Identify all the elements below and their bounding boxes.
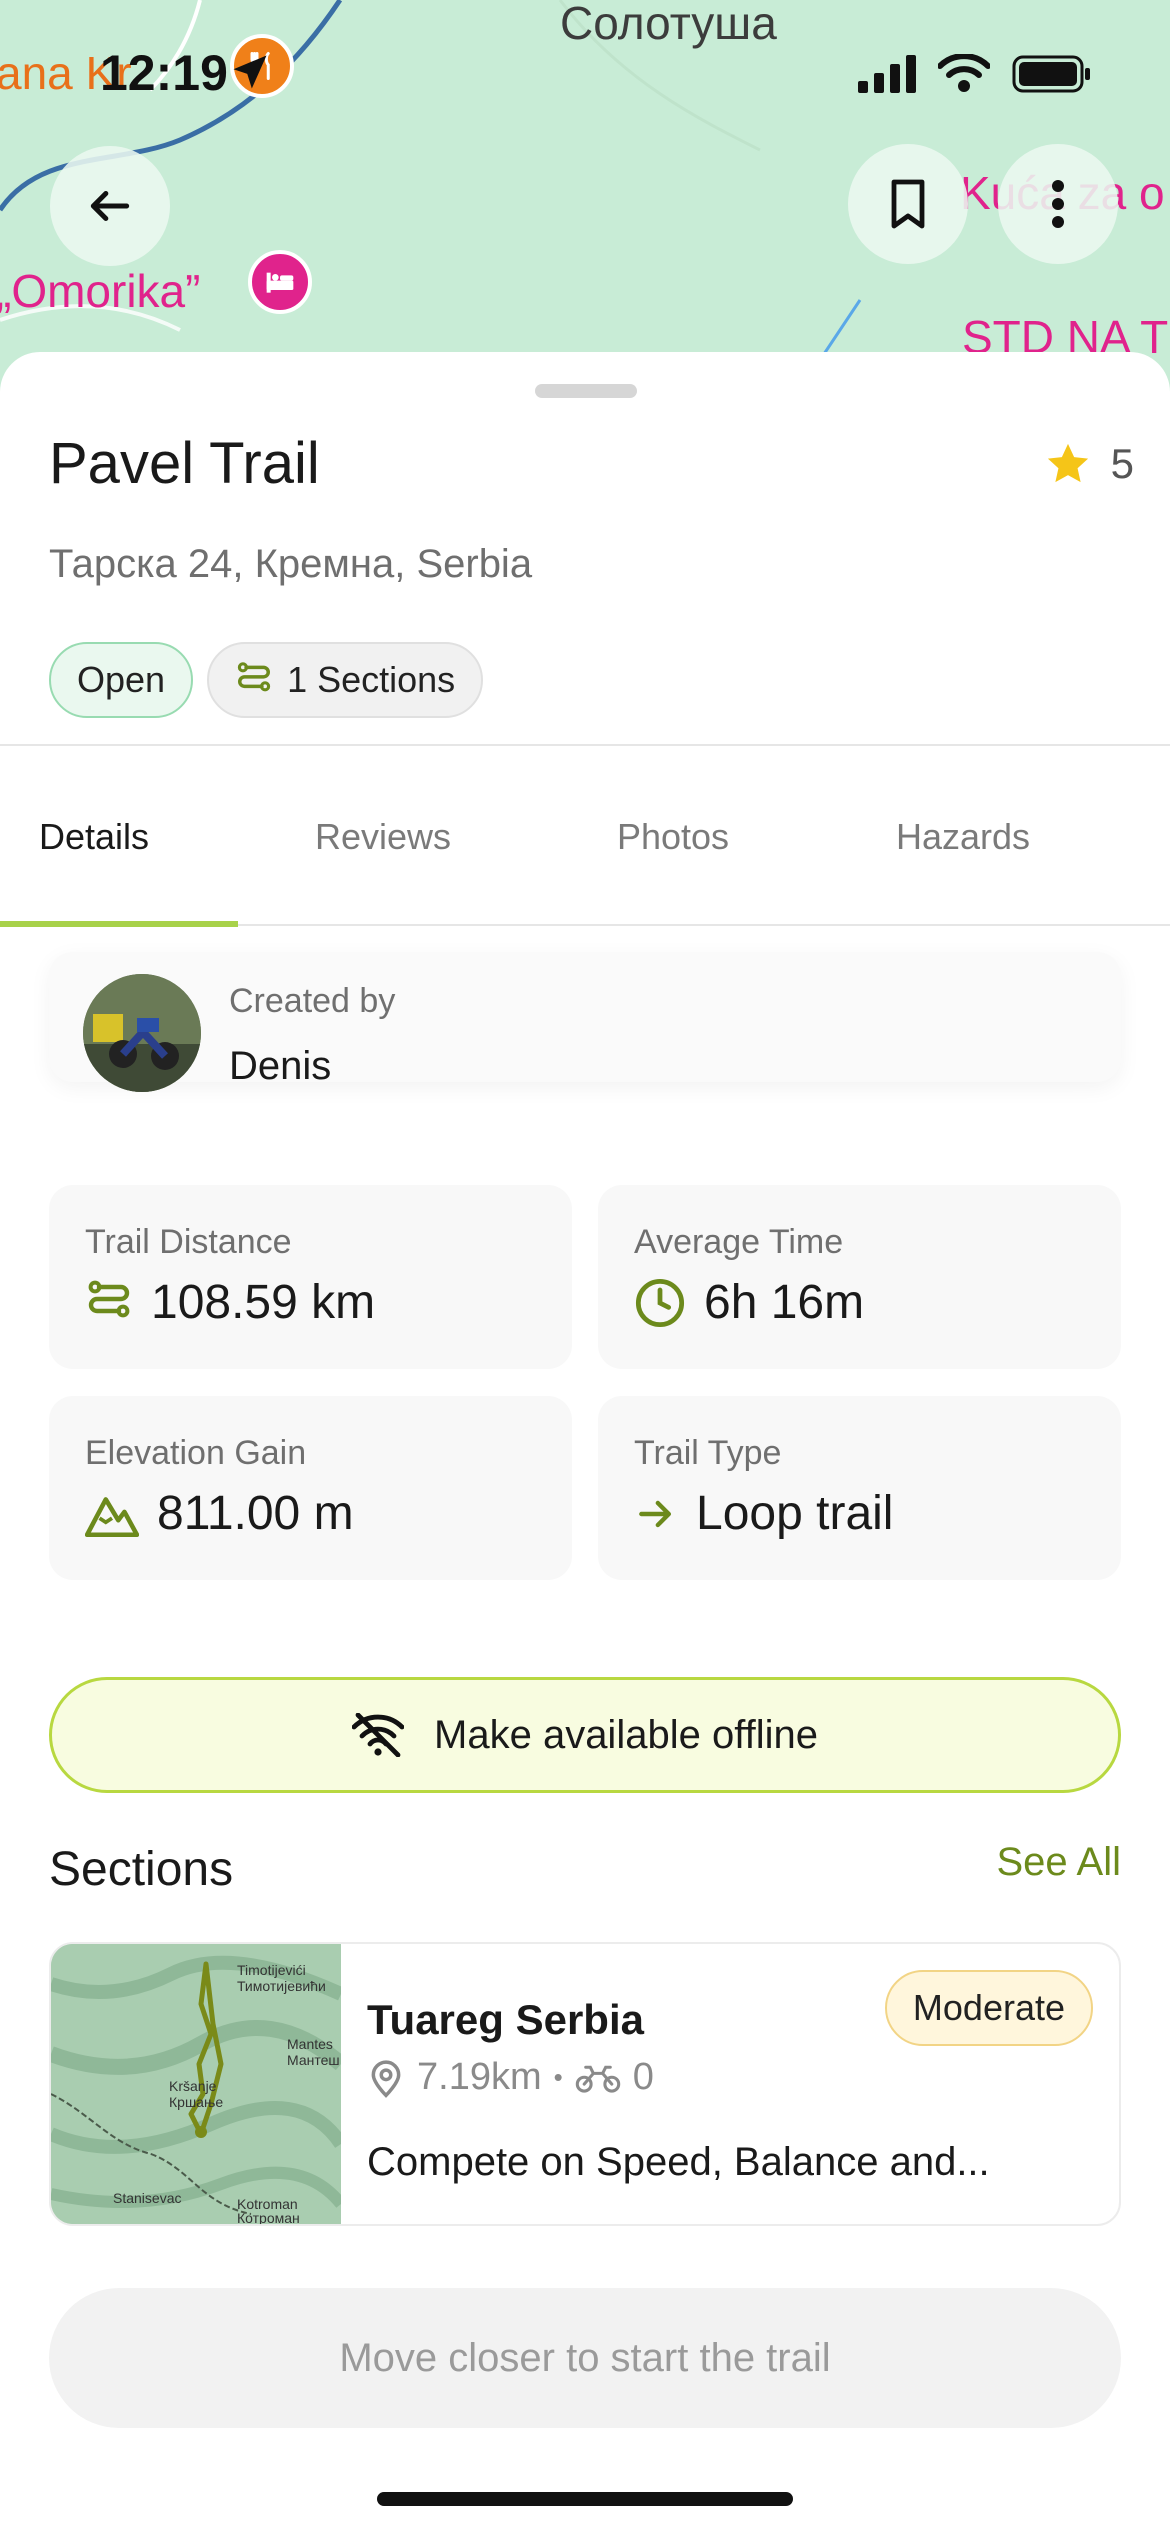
thumb-label: Тимотијевићи: [237, 1978, 326, 1994]
stat-average-time: Average Time 6h 16m: [598, 1185, 1121, 1369]
sections-heading: Sections: [49, 1843, 234, 1896]
active-tab-indicator: [0, 921, 238, 927]
map-pin-icon: [371, 2059, 401, 2098]
clock-icon: [635, 1278, 685, 1327]
status-icons: [858, 54, 1092, 94]
see-all-link[interactable]: See All: [996, 1840, 1121, 1885]
tab-reviews[interactable]: Reviews: [238, 746, 528, 924]
stat-value: 811.00 m: [157, 1487, 354, 1540]
section-name: Tuareg Serbia: [367, 1996, 644, 2043]
trail-detail-sheet: Pavel Trail 5 Тарска 24, Кремна, Serbia …: [0, 352, 1170, 2532]
more-options-button[interactable]: [998, 144, 1118, 264]
arrow-left-icon: [90, 191, 130, 221]
bookmark-button[interactable]: [848, 144, 968, 264]
mountain-icon: [85, 1496, 139, 1537]
difficulty-badge: Moderate: [884, 1970, 1093, 2046]
section-meta: 7.19km • 0: [367, 2056, 654, 2099]
tab-details-label: Details: [38, 816, 150, 857]
section-card[interactable]: Timotijevići Тимотијевићи Mantes Мантеш …: [49, 1942, 1121, 2226]
section-riders: 0: [632, 2056, 654, 2098]
tab-details[interactable]: Details: [0, 746, 238, 927]
motorcycle-icon: [575, 2065, 620, 2093]
section-description: Compete on Speed, Balance and...: [367, 2140, 990, 2184]
trail-chips: Open 1 Sections: [49, 642, 484, 718]
trail-title: Pavel Trail: [49, 431, 320, 496]
bookmark-icon: [891, 179, 925, 229]
stat-value: 6h 16m: [704, 1276, 865, 1329]
offline-button-label: Make available offline: [434, 1712, 818, 1757]
thumb-label: Stanisevac: [113, 2190, 182, 2206]
start-trail-button[interactable]: Move closer to start the trail: [49, 2288, 1121, 2428]
stat-trail-distance: Trail Distance 108.59 km: [49, 1185, 572, 1369]
hotel-poi-icon[interactable]: [248, 250, 312, 314]
tab-bar: Details Reviews Photos Hazards: [0, 746, 1170, 927]
section-map-thumbnail: Timotijevići Тимотијевићи Mantes Мантеш …: [51, 1944, 347, 2226]
thumb-label: Timotijevići: [237, 1962, 306, 1978]
created-by-label: Created by: [229, 982, 396, 1020]
route-icon: [237, 662, 271, 692]
status-time: 12:19: [100, 45, 228, 101]
wifi-icon: [938, 54, 990, 92]
stat-value-row: Loop trail: [634, 1486, 893, 1541]
stat-label: Trail Distance: [85, 1223, 292, 1261]
avatar: [83, 974, 201, 1092]
trail-address: Тарска 24, Кремна, Serbia: [49, 542, 533, 586]
back-button[interactable]: [50, 146, 170, 266]
stat-value: Loop trail: [696, 1487, 894, 1540]
stat-value: 108.59 km: [151, 1276, 376, 1329]
stat-elevation-gain: Elevation Gain 811.00 m: [49, 1396, 572, 1580]
star-icon: [1047, 443, 1088, 483]
battery-icon: [1012, 55, 1090, 93]
stat-value-row: 108.59 km: [85, 1275, 375, 1330]
stat-label: Trail Type: [634, 1434, 782, 1472]
make-available-offline-button[interactable]: Make available offline: [49, 1677, 1121, 1793]
creator-card[interactable]: Created by Denis: [49, 952, 1121, 1092]
stat-label: Average Time: [634, 1223, 844, 1261]
thumb-label: Mantes: [287, 2036, 333, 2052]
thumb-label: Кршање: [169, 2094, 224, 2110]
creator-name: Denis: [229, 1044, 332, 1088]
rating-value: 5: [1110, 440, 1134, 487]
trail-rating: 5: [1045, 440, 1134, 488]
section-distance: 7.19km: [417, 2056, 542, 2098]
thumb-label: Мантеш: [287, 2052, 340, 2068]
more-vertical-icon: [1052, 180, 1064, 228]
map-label-omorika: „Omorika”: [0, 265, 201, 317]
stat-value-row: 6h 16m: [634, 1275, 864, 1330]
map-label-solotusha: Солотуша: [560, 0, 777, 49]
status-badge: Open: [49, 642, 194, 718]
sections-count-label: 1 Sections: [287, 659, 456, 700]
tab-hazards[interactable]: Hazards: [818, 746, 1108, 924]
thumb-label: Kršanje: [169, 2078, 217, 2094]
tab-photos[interactable]: Photos: [528, 746, 818, 924]
sections-count-chip[interactable]: 1 Sections: [207, 642, 484, 718]
status-badge-label: Open: [77, 659, 166, 700]
meta-separator: •: [553, 2062, 563, 2092]
signal-icon: [858, 55, 916, 93]
thumb-label: Котроман: [237, 2210, 300, 2226]
home-indicator: [377, 2492, 793, 2506]
stat-trail-type: Trail Type Loop trail: [598, 1396, 1121, 1580]
stat-label: Elevation Gain: [85, 1434, 307, 1472]
map-background[interactable]: Солотуша ana Kr „Omorika” Kuća za o STD …: [0, 0, 1170, 400]
wifi-off-icon: [352, 1713, 405, 1757]
location-arrow-icon: [233, 55, 267, 89]
stat-value-row: 811.00 m: [85, 1486, 354, 1541]
sheet-grabber[interactable]: [535, 384, 637, 398]
route-icon: [88, 1280, 130, 1317]
arrow-right-icon: [639, 1500, 672, 1527]
